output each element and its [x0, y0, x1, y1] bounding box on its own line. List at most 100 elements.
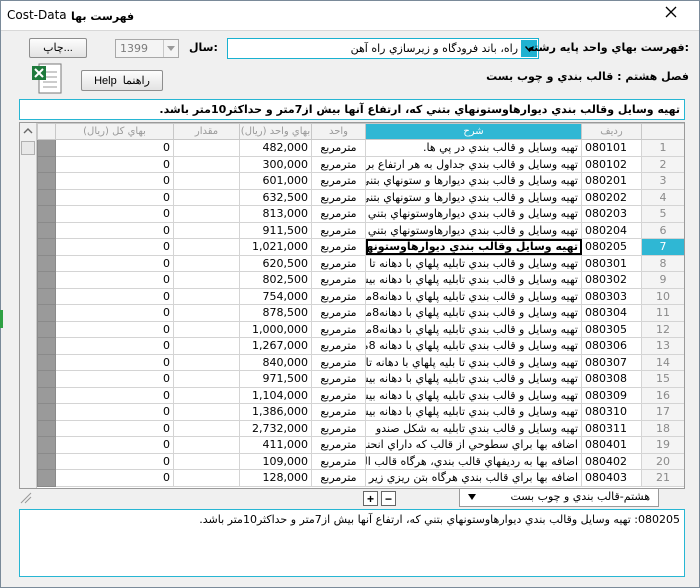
cell-qty[interactable]: [173, 188, 240, 206]
cell-code[interactable]: 080201: [581, 172, 642, 190]
chevron-down-icon[interactable]: [163, 40, 178, 57]
cell-total[interactable]: 0: [55, 238, 174, 256]
cell-description[interactable]: تهيه وسايل و قالب بندي ديوارهاوستونهاي ب…: [365, 221, 582, 239]
cell-qty[interactable]: [173, 287, 240, 305]
remove-tab-button[interactable]: −: [381, 491, 396, 506]
cell-qty[interactable]: [173, 155, 240, 173]
header-code[interactable]: رديف: [581, 123, 642, 140]
cell-qty[interactable]: [173, 403, 240, 421]
cell-code[interactable]: 080311: [581, 419, 642, 437]
cell-qty[interactable]: [173, 139, 240, 157]
cell-unit[interactable]: مترمربع: [311, 320, 366, 338]
cell-unit[interactable]: مترمربع: [311, 238, 366, 256]
excel-export-icon[interactable]: [29, 62, 65, 96]
table-row[interactable]: 0 840,000 مترمربع تهيه وسايل و قالب بندي تا…: [37, 353, 684, 371]
cell-unit[interactable]: مترمربع: [311, 452, 366, 470]
cell-qty[interactable]: [173, 436, 240, 454]
cell-description[interactable]: تهيه وسايل و قالب بندي در پي ها.: [365, 139, 582, 157]
cell-total[interactable]: 0: [55, 254, 174, 272]
cell-index[interactable]: 9: [641, 271, 684, 289]
cell-code[interactable]: 080305: [581, 320, 642, 338]
cell-unit[interactable]: مترمربع: [311, 254, 366, 272]
row-gutter[interactable]: [37, 436, 56, 454]
cell-qty[interactable]: [173, 221, 240, 239]
table-row[interactable]: 0 878,500 مترمربع تهيه وسايل و قالب بندي تا…: [37, 304, 684, 322]
cell-description[interactable]: تهيه وسايل وقالب بندي ديوارهاوستونهاي بت…: [365, 238, 582, 256]
cell-qty[interactable]: [173, 337, 240, 355]
cell-unit-price[interactable]: 754,000: [239, 287, 312, 305]
table-row[interactable]: 0 1,021,000 مترمربع تهيه وسايل وقالب بندي د…: [37, 238, 684, 256]
cell-unit-price[interactable]: 1,000,000: [239, 320, 312, 338]
row-gutter[interactable]: [37, 304, 56, 322]
cell-description[interactable]: تهيه وسايل و قالب بندي تابليه پلهاي با د…: [365, 304, 582, 322]
cell-description[interactable]: تهيه وسايل و قالب بندي تابليه پلهاي با د…: [365, 287, 582, 305]
scroll-up-icon[interactable]: [22, 126, 34, 136]
cell-total[interactable]: 0: [55, 155, 174, 173]
table-row[interactable]: 0 482,000 مترمربع تهيه وسايل و قالب بندي در…: [37, 139, 684, 157]
help-button[interactable]: Help راهنما: [81, 70, 163, 91]
table-row[interactable]: 0 1,000,000 مترمربع تهيه وسايل و قالب بندي …: [37, 320, 684, 338]
cell-code[interactable]: 080310: [581, 403, 642, 421]
cell-code[interactable]: 080102: [581, 155, 642, 173]
row-gutter[interactable]: [37, 419, 56, 437]
cell-code[interactable]: 080403: [581, 469, 642, 487]
cell-unit[interactable]: مترمربع: [311, 304, 366, 322]
cell-unit-price[interactable]: 911,500: [239, 221, 312, 239]
table-row[interactable]: 0 1,104,000 مترمربع تهيه وسايل و قالب بندي …: [37, 386, 684, 404]
cell-code[interactable]: 080401: [581, 436, 642, 454]
cell-total[interactable]: 0: [55, 271, 174, 289]
cell-qty[interactable]: [173, 172, 240, 190]
cell-description[interactable]: تهيه وسايل و قالب بندي تابليه به شكل صند…: [365, 419, 582, 437]
cell-unit[interactable]: مترمربع: [311, 370, 366, 388]
cell-code[interactable]: 080306: [581, 337, 642, 355]
table-row[interactable]: 0 411,000 مترمربع اضافه بها براي سطوحي از ق…: [37, 436, 684, 454]
cell-unit[interactable]: مترمربع: [311, 139, 366, 157]
cell-index[interactable]: 21: [641, 469, 684, 487]
cell-unit-price[interactable]: 482,000: [239, 139, 312, 157]
cell-qty[interactable]: [173, 370, 240, 388]
cell-qty[interactable]: [173, 271, 240, 289]
year-select[interactable]: 1399: [115, 39, 179, 58]
cell-unit-price[interactable]: 878,500: [239, 304, 312, 322]
table-row[interactable]: 0 754,000 مترمربع تهيه وسايل و قالب بندي تا…: [37, 287, 684, 305]
cell-description[interactable]: تهيه وسايل و قالب بندي جداول به هر ارتفا…: [365, 155, 582, 173]
cell-unit-price[interactable]: 971,500: [239, 370, 312, 388]
cell-index[interactable]: 4: [641, 188, 684, 206]
table-row[interactable]: 0 802,500 مترمربع تهيه وسايل و قالب بندي تا…: [37, 271, 684, 289]
cell-total[interactable]: 0: [55, 386, 174, 404]
cell-total[interactable]: 0: [55, 304, 174, 322]
cell-unit-price[interactable]: 411,000: [239, 436, 312, 454]
cell-index[interactable]: 15: [641, 370, 684, 388]
cell-index[interactable]: 16: [641, 386, 684, 404]
row-gutter[interactable]: [37, 370, 56, 388]
scroll-thumb[interactable]: [21, 141, 35, 155]
cell-index[interactable]: 2: [641, 155, 684, 173]
header-total[interactable]: بهاي كل (ريال): [55, 123, 174, 140]
cell-code[interactable]: 080301: [581, 254, 642, 272]
cell-total[interactable]: 0: [55, 287, 174, 305]
header-unit-price[interactable]: بهاي واحد (ريال): [239, 123, 312, 140]
cell-unit-price[interactable]: 1,267,000: [239, 337, 312, 355]
header-qty[interactable]: مقدار: [173, 123, 240, 140]
cell-code[interactable]: 080204: [581, 221, 642, 239]
cell-index[interactable]: 6: [641, 221, 684, 239]
row-gutter[interactable]: [37, 452, 56, 470]
cell-code[interactable]: 080308: [581, 370, 642, 388]
cell-code[interactable]: 080101: [581, 139, 642, 157]
cell-total[interactable]: 0: [55, 370, 174, 388]
cell-total[interactable]: 0: [55, 403, 174, 421]
row-gutter[interactable]: [37, 287, 56, 305]
row-gutter[interactable]: [37, 353, 56, 371]
print-button[interactable]: چاپ...: [29, 38, 87, 58]
cell-index[interactable]: 5: [641, 205, 684, 223]
header-unit[interactable]: واحد: [311, 123, 366, 140]
row-gutter[interactable]: [37, 172, 56, 190]
table-row[interactable]: 0 601,000 مترمربع تهيه وسايل و قالب بندي دي…: [37, 172, 684, 190]
cell-code[interactable]: 080307: [581, 353, 642, 371]
row-gutter[interactable]: [37, 188, 56, 206]
cell-unit-price[interactable]: 300,000: [239, 155, 312, 173]
cell-unit[interactable]: مترمربع: [311, 287, 366, 305]
cell-qty[interactable]: [173, 254, 240, 272]
cell-unit[interactable]: مترمربع: [311, 205, 366, 223]
cell-unit-price[interactable]: 2,732,000: [239, 419, 312, 437]
